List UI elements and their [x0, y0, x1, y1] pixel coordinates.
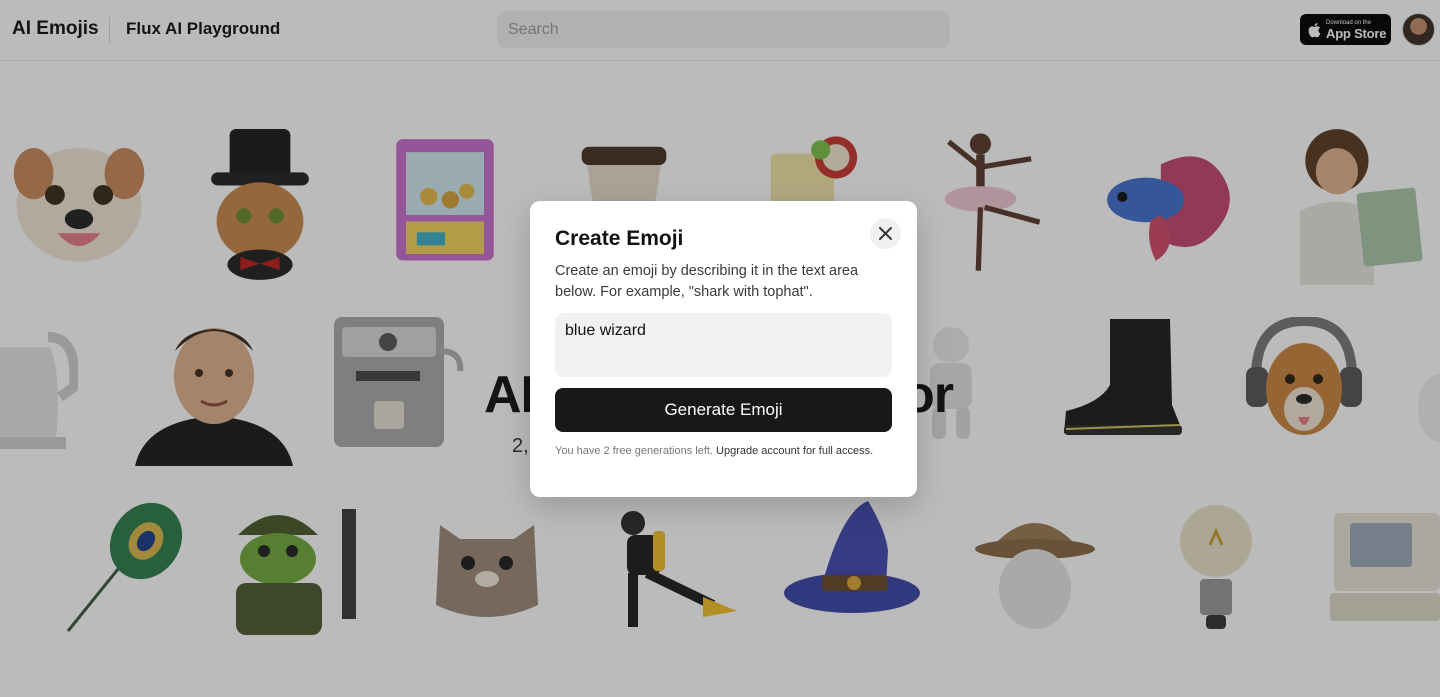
generate-emoji-button[interactable]: Generate Emoji: [555, 388, 892, 432]
upgrade-account-link[interactable]: Upgrade account for full access.: [716, 445, 873, 457]
modal-title: Create Emoji: [555, 227, 684, 250]
modal-description: Create an emoji by describing it in the …: [555, 263, 859, 300]
generations-left-text: You have 2 free generations left.: [555, 445, 717, 457]
close-button[interactable]: [870, 218, 901, 249]
emoji-prompt-input[interactable]: blue wizard: [555, 313, 892, 377]
generations-note: You have 2 free generations left. Upgrad…: [555, 444, 875, 458]
create-emoji-modal: Create Emoji Create an emoji by describi…: [530, 201, 917, 497]
close-icon: [879, 227, 892, 240]
